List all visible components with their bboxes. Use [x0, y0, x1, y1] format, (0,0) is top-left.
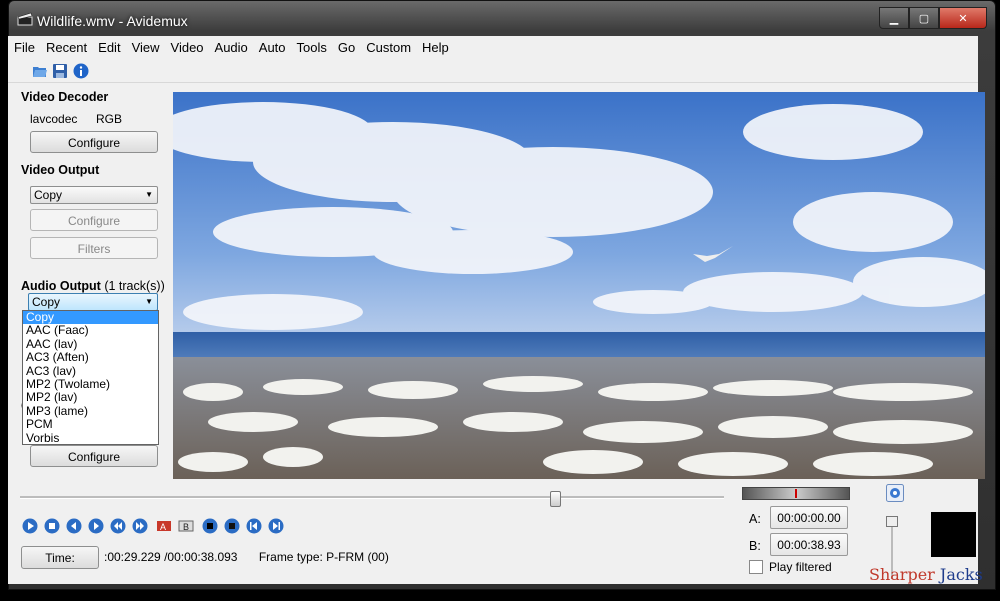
menu-edit[interactable]: Edit	[93, 40, 125, 55]
frame-type: Frame type: P-FRM (00)	[258, 550, 389, 564]
menu-tools[interactable]: Tools	[292, 40, 332, 55]
window-title: Wildlife.wmv - Avidemux	[37, 13, 188, 29]
play-icon[interactable]	[22, 518, 38, 534]
video-configure-button[interactable]: Configure	[30, 209, 158, 231]
last-frame-icon[interactable]	[268, 518, 284, 534]
filters-button[interactable]: Filters	[30, 237, 158, 259]
dropdown-option[interactable]: MP2 (Twolame)	[23, 377, 158, 391]
dropdown-option[interactable]: MP2 (lav)	[23, 390, 158, 404]
audio-configure-button[interactable]: Configure	[30, 445, 158, 467]
stop-icon[interactable]	[44, 518, 60, 534]
save-icon[interactable]	[52, 63, 68, 79]
menu-recent[interactable]: Recent	[41, 40, 92, 55]
marker-a-button[interactable]: 00:00:00.00	[770, 506, 848, 529]
marker-b-button[interactable]: 00:00:38.93	[770, 533, 848, 556]
menu-file[interactable]: File	[9, 40, 40, 55]
next-black-frame-icon[interactable]	[224, 518, 240, 534]
previous-black-frame-icon[interactable]	[202, 518, 218, 534]
dropdown-option[interactable]: AC3 (lav)	[23, 364, 158, 378]
watermark: Sharper Jacks	[869, 565, 983, 584]
current-time-field[interactable]: :00:29.229	[104, 550, 161, 564]
menu-auto[interactable]: Auto	[254, 40, 291, 55]
previous-keyframe-icon[interactable]	[110, 518, 126, 534]
decoder-codec: lavcodec	[30, 112, 78, 126]
decoder-configure-button[interactable]: Configure	[30, 131, 158, 153]
total-duration: /00:00:38.093	[164, 550, 238, 564]
play-filtered-label: Play filtered	[769, 560, 832, 574]
set-marker-b-icon[interactable]: B	[178, 518, 194, 534]
clapperboard-icon	[17, 12, 33, 26]
marker-b-label: B:	[749, 539, 761, 553]
audio-output-value: Copy	[32, 295, 61, 309]
dropdown-option[interactable]: MP3 (lame)	[23, 404, 158, 418]
volume-slider-thumb[interactable]	[886, 516, 898, 527]
previous-frame-icon[interactable]	[66, 518, 82, 534]
decoder-colorspace: RGB	[96, 112, 123, 126]
next-keyframe-icon[interactable]	[132, 518, 148, 534]
menu-go[interactable]: Go	[333, 40, 360, 55]
audio-output-select[interactable]: Copy ▼	[28, 293, 158, 311]
mini-preview	[931, 512, 976, 557]
video-decoder-heading: Video Decoder	[21, 90, 109, 104]
first-frame-icon[interactable]	[246, 518, 262, 534]
dropdown-arrow-icon: ▼	[145, 297, 153, 306]
menu-view[interactable]: View	[127, 40, 165, 55]
dropdown-option[interactable]: AAC (lav)	[23, 337, 158, 351]
dropdown-option[interactable]: AC3 (Aften)	[23, 350, 158, 364]
watermark-part2: Jacks	[939, 565, 983, 584]
dropdown-option[interactable]: PCM	[23, 417, 158, 431]
next-frame-icon[interactable]	[88, 518, 104, 534]
minimize-button[interactable]: ▁	[879, 7, 909, 29]
dropdown-arrow-icon: ▼	[145, 190, 153, 199]
title-bar: Wildlife.wmv - Avidemux ▁ ▢ ✕	[9, 1, 995, 37]
audio-track-count: (1 track(s))	[104, 279, 165, 293]
seek-bar-thumb[interactable]	[550, 491, 562, 507]
maximize-button[interactable]: ▢	[909, 7, 939, 29]
video-output-select[interactable]: Copy ▼	[30, 186, 158, 204]
audio-codec-dropdown: Copy AAC (Faac) AAC (lav) AC3 (Aften) AC…	[22, 310, 159, 445]
dropdown-option[interactable]: Copy	[23, 310, 158, 325]
jog-marker	[795, 489, 797, 498]
svg-text:B: B	[183, 522, 189, 532]
volume-icon[interactable]	[886, 484, 904, 502]
seek-bar[interactable]	[20, 496, 724, 499]
marker-a-label: A:	[749, 512, 761, 526]
audio-output-heading: Audio Output	[21, 279, 101, 293]
menu-audio[interactable]: Audio	[210, 40, 253, 55]
jog-shuttle[interactable]	[742, 487, 850, 500]
menu-bar: File Recent Edit View Video Audio Auto T…	[8, 36, 978, 58]
info-icon[interactable]	[73, 63, 89, 79]
dropdown-option[interactable]: AAC (Faac)	[23, 323, 158, 337]
audio-output-heading-row: Audio Output (1 track(s))	[21, 279, 165, 293]
video-frame-image	[173, 92, 985, 479]
play-filtered-checkbox[interactable]	[749, 560, 763, 574]
close-button[interactable]: ✕	[939, 7, 987, 29]
video-preview	[173, 92, 985, 479]
menu-custom[interactable]: Custom	[361, 40, 416, 55]
time-readout: :00:29.229 /00:00:38.093 Frame type: P-F…	[104, 550, 389, 564]
open-icon[interactable]	[32, 63, 48, 79]
dropdown-option[interactable]: Vorbis	[23, 431, 158, 445]
svg-text:A: A	[160, 522, 166, 532]
video-output-value: Copy	[34, 188, 63, 202]
set-marker-a-icon[interactable]: A	[156, 518, 172, 534]
video-output-heading: Video Output	[21, 163, 100, 177]
menu-video[interactable]: Video	[166, 40, 209, 55]
watermark-part1: Sharper	[869, 565, 935, 584]
time-button[interactable]: Time:	[21, 546, 99, 569]
menu-help[interactable]: Help	[417, 40, 454, 55]
toolbar	[8, 60, 978, 83]
